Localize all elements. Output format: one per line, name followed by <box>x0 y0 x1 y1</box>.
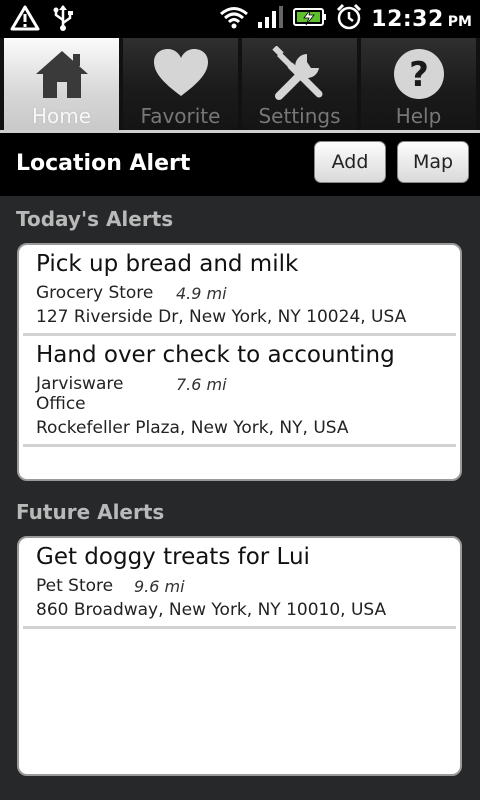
alert-title: Pick up bread and milk <box>36 251 299 277</box>
status-bar: 12:32 PM <box>0 0 480 38</box>
alert-distance: 9.6 mi <box>134 577 185 596</box>
battery-charging-icon <box>293 6 327 32</box>
alert-item[interactable]: Get doggy treats for Lui Pet Store 9.6 m… <box>23 538 456 629</box>
tab-home[interactable]: Home <box>4 38 119 130</box>
todays-alerts-list: Pick up bread and milk Grocery Store 4.9… <box>17 243 462 481</box>
alert-distance: 4.9 mi <box>176 284 227 303</box>
clock-time: 12:32 <box>371 6 444 32</box>
page-title: Location Alert <box>16 151 191 176</box>
alert-title: Get doggy treats for Lui <box>36 544 310 570</box>
future-alerts-header: Future Alerts <box>16 500 165 524</box>
tab-favorite[interactable]: Favorite <box>123 38 238 130</box>
map-button[interactable]: Map <box>397 141 469 183</box>
alert-item[interactable]: Pick up bread and milk Grocery Store 4.9… <box>23 245 456 336</box>
alert-item[interactable]: Hand over check to accounting Jarvisware… <box>23 336 456 447</box>
svg-text:?: ? <box>409 55 429 95</box>
home-icon <box>33 46 91 102</box>
tab-help-label: Help <box>395 104 442 128</box>
wifi-icon <box>219 5 249 33</box>
clock-ampm: PM <box>447 14 472 30</box>
alert-place: Grocery Store <box>36 283 154 303</box>
tab-favorite-label: Favorite <box>140 104 221 128</box>
alert-place: Jarvisware Office <box>36 374 124 414</box>
alert-address: 127 Riverside Dr, New York, NY 10024, US… <box>36 307 407 327</box>
usb-icon <box>52 4 74 36</box>
alert-distance: 7.6 mi <box>176 375 227 394</box>
add-button[interactable]: Add <box>314 141 386 183</box>
alert-address: 860 Broadway, New York, NY 10010, USA <box>36 600 387 620</box>
signal-icon <box>257 5 285 33</box>
tab-settings-label: Settings <box>258 104 341 128</box>
alert-title: Hand over check to accounting <box>36 342 395 368</box>
alert-address: Rockefeller Plaza, New York, NY, USA <box>36 418 349 438</box>
tab-home-label: Home <box>31 104 92 128</box>
alarm-icon <box>335 3 363 35</box>
tab-help[interactable]: ? Help <box>361 38 476 130</box>
heart-icon <box>152 46 210 102</box>
future-alerts-list: Get doggy treats for Lui Pet Store 9.6 m… <box>17 536 462 776</box>
tools-icon <box>271 46 329 102</box>
todays-alerts-header: Today's Alerts <box>16 207 174 231</box>
help-icon: ? <box>392 46 446 102</box>
warning-icon <box>10 5 40 35</box>
alert-place: Pet Store <box>36 576 114 596</box>
tab-settings[interactable]: Settings <box>242 38 357 130</box>
tab-bar: Home Favorite Settings ? Help <box>0 38 480 130</box>
title-bar: Location Alert Add Map <box>0 133 480 196</box>
